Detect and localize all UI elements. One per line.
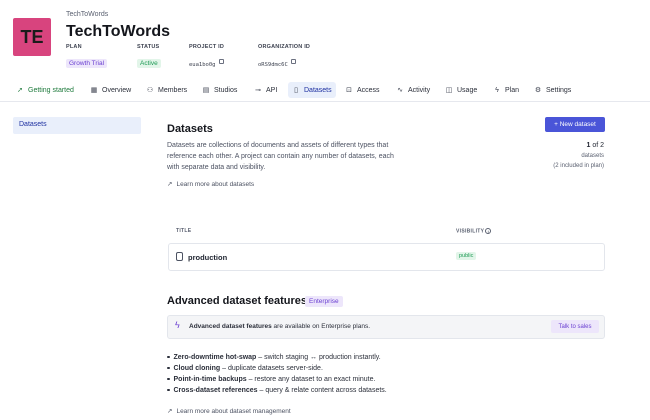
tab-api[interactable]: ⊸ API bbox=[250, 82, 281, 98]
visibility-badge: public bbox=[456, 252, 477, 260]
dataset-title[interactable]: production bbox=[188, 253, 227, 262]
tab-usage[interactable]: ◫ Usage bbox=[441, 82, 481, 98]
count-label: datasets bbox=[581, 153, 604, 159]
learn-more-datasets-link[interactable]: ↗ Learn more about datasets bbox=[167, 180, 254, 188]
learn-more-label: Learn more about dataset management bbox=[176, 408, 291, 415]
feature-desc: – query & relate content across datasets… bbox=[257, 387, 387, 394]
bolt-icon: ϟ bbox=[495, 86, 499, 94]
column-header-title: TITLE bbox=[176, 228, 192, 234]
organization-id-value: oRS9dmc6C bbox=[258, 62, 288, 68]
list-item: Cross-dataset references – query & relat… bbox=[167, 387, 387, 394]
project-id-value: eua1bo0g bbox=[189, 62, 216, 68]
project-id-label: PROJECT ID bbox=[189, 44, 225, 50]
tab-members[interactable]: ⚇ Members bbox=[142, 82, 191, 98]
sidebar-item-datasets[interactable]: Datasets bbox=[13, 117, 141, 134]
count-plan-note: (2 included in plan) bbox=[553, 163, 604, 169]
learn-more-dataset-management-link[interactable]: ↗ Learn more about dataset management bbox=[167, 407, 291, 415]
table-row[interactable] bbox=[168, 243, 605, 271]
organization-id-label: ORGANIZATION ID bbox=[258, 44, 311, 50]
plan-label: PLAN bbox=[66, 44, 82, 50]
plug-icon: ⊸ bbox=[255, 87, 261, 94]
layout-icon: ▤ bbox=[202, 87, 210, 94]
bolt-icon: ϟ bbox=[175, 320, 180, 330]
list-item: Cloud cloning – duplicate datasets serve… bbox=[167, 365, 323, 372]
tab-label: Access bbox=[357, 86, 380, 94]
tab-label: Studios bbox=[214, 86, 238, 94]
tab-settings[interactable]: ⚙ Settings bbox=[530, 82, 575, 98]
banner-rest: are available on Enterprise plans. bbox=[271, 323, 371, 330]
tab-label: Plan bbox=[505, 86, 520, 94]
info-icon[interactable]: i bbox=[485, 228, 492, 234]
banner-bold: Advanced dataset features bbox=[189, 323, 272, 330]
feature-name: Cross-dataset references bbox=[173, 387, 258, 394]
feature-name: Point-in-time backups bbox=[173, 376, 247, 383]
rocket-icon: ➚ bbox=[17, 87, 23, 94]
tab-label: Settings bbox=[546, 86, 572, 94]
list-item: Point-in-time backups – restore any data… bbox=[167, 376, 375, 383]
new-dataset-button[interactable]: + New dataset bbox=[545, 117, 605, 132]
status-label: STATUS bbox=[137, 44, 160, 50]
users-icon: ⚇ bbox=[146, 87, 154, 94]
talk-to-sales-button[interactable]: Talk to sales bbox=[551, 320, 599, 333]
enterprise-badge: Enterprise bbox=[305, 296, 343, 307]
sidebar-item-label: Datasets bbox=[19, 121, 47, 128]
project-avatar: TE bbox=[13, 18, 51, 56]
copy-icon[interactable] bbox=[290, 59, 296, 65]
organization-id: oRS9dmc6C bbox=[258, 53, 296, 71]
feature-desc: – duplicate datasets server-side. bbox=[220, 365, 323, 372]
learn-more-label: Learn more about datasets bbox=[176, 181, 255, 188]
lock-icon: ⊡ bbox=[346, 87, 352, 94]
tab-overview[interactable]: ▦ Overview bbox=[86, 82, 135, 98]
page-title: Datasets bbox=[167, 123, 213, 135]
tab-label: Members bbox=[158, 86, 188, 94]
plan-badge: Growth Trial bbox=[66, 52, 108, 70]
advanced-features-title: Advanced dataset features bbox=[167, 295, 307, 307]
bullet bbox=[167, 366, 170, 370]
tab-plan[interactable]: ϟ Plan bbox=[489, 82, 523, 98]
list-item: Zero-downtime hot-swap – switch staging … bbox=[167, 354, 381, 361]
chart-icon: ◫ bbox=[445, 87, 453, 94]
bullet bbox=[167, 377, 170, 381]
tab-label: Overview bbox=[102, 86, 132, 94]
org-breadcrumb[interactable]: TechToWords bbox=[66, 11, 108, 18]
banner-text: Advanced dataset features are available … bbox=[189, 323, 370, 330]
copy-icon[interactable] bbox=[218, 59, 224, 65]
project-tabs: ➚ Getting started ▦ Overview ⚇ Members ▤ Stu… bbox=[0, 78, 650, 102]
datasets-description: Datasets are collections of documents an… bbox=[167, 142, 394, 171]
tab-label: Getting started bbox=[28, 86, 74, 94]
tab-activity[interactable]: ∿ Activity bbox=[392, 82, 434, 98]
arrow-up-right-icon: ↗ bbox=[167, 181, 173, 188]
feature-name: Cloud cloning bbox=[173, 365, 221, 372]
status-badge: Active bbox=[137, 52, 161, 70]
arrow-up-right-icon: ↗ bbox=[167, 408, 173, 415]
tab-getting-started[interactable]: ➚ Getting started bbox=[12, 82, 78, 98]
feature-desc: – restore any dataset to an exact minute… bbox=[246, 376, 376, 383]
feature-desc: – switch staging ↔ production instantly. bbox=[256, 354, 381, 361]
activity-icon: ∿ bbox=[397, 87, 403, 94]
bullet bbox=[167, 388, 170, 392]
tab-datasets[interactable]: ▯ Datasets bbox=[288, 82, 336, 98]
database-icon bbox=[176, 252, 183, 261]
tab-access[interactable]: ⊡ Access bbox=[341, 82, 384, 98]
count-total: of 2 bbox=[590, 142, 604, 149]
bullet bbox=[167, 355, 170, 359]
project-title: TechToWords bbox=[66, 23, 170, 40]
avatar-initials: TE bbox=[20, 26, 44, 47]
grid-icon: ▦ bbox=[90, 87, 98, 94]
feature-name: Zero-downtime hot-swap bbox=[173, 354, 257, 361]
plan-value: Growth Trial bbox=[66, 59, 108, 68]
visibility-header-label: VISIBILITY bbox=[456, 228, 485, 235]
column-header-visibility: VISIBILITY i bbox=[456, 228, 492, 235]
tab-label: API bbox=[266, 86, 278, 94]
status-value: Active bbox=[137, 59, 161, 68]
dataset-count: 1 of 2 bbox=[560, 142, 604, 149]
project-id: eua1bo0g bbox=[189, 53, 224, 71]
tab-studios[interactable]: ▤ Studios bbox=[198, 82, 241, 98]
tab-label: Usage bbox=[457, 86, 478, 94]
database-icon: ▯ bbox=[294, 87, 298, 94]
tab-label: Datasets bbox=[304, 86, 332, 94]
tab-label: Activity bbox=[408, 86, 431, 94]
gear-icon: ⚙ bbox=[534, 87, 542, 94]
